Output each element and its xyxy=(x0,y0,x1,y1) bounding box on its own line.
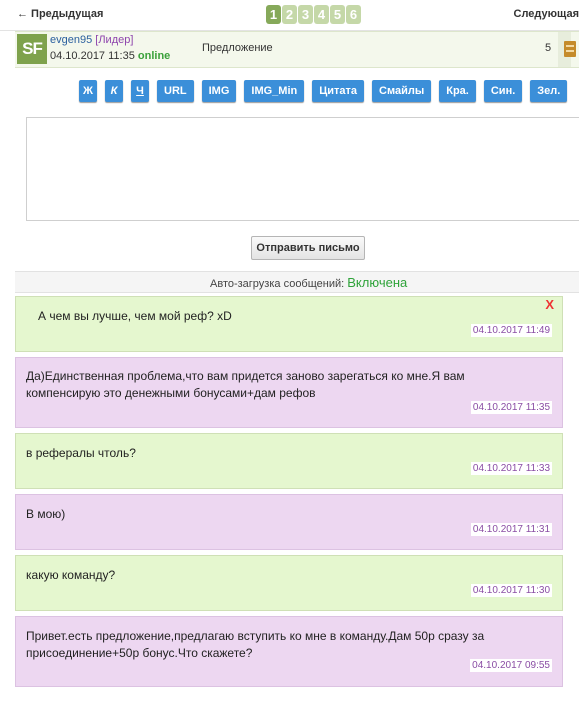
message-count: 5 xyxy=(545,42,552,54)
autoload-toggle[interactable]: Включена xyxy=(347,275,407,290)
send-message-button[interactable]: Отправить письмо xyxy=(251,236,365,260)
thread-date: 04.10.2017 11:35 online xyxy=(50,50,170,62)
smileys-button[interactable]: Смайлы xyxy=(372,80,432,102)
thread-navigation: ← Предыдущая 1 2 3 4 5 6 Следующая xyxy=(0,0,579,31)
thread-subject: Предложение xyxy=(202,42,273,54)
url-button[interactable]: URL xyxy=(157,80,194,102)
message-text: Привет.есть предложение,предлагаю вступи… xyxy=(26,629,485,660)
username[interactable]: evgen95 xyxy=(50,34,92,46)
message-text: А чем вы лучше, чем мой реф? xD xyxy=(38,309,232,323)
previous-thread-link[interactable]: ← Предыдущая xyxy=(17,8,103,20)
red-color-button[interactable]: Кра. xyxy=(439,80,476,102)
document-icon[interactable] xyxy=(564,41,576,57)
img-min-button[interactable]: IMG_Min xyxy=(244,80,305,102)
message-item: Привет.есть предложение,предлагаю вступи… xyxy=(15,616,563,687)
img-button[interactable]: IMG xyxy=(201,80,237,102)
green-color-button[interactable]: Зел. xyxy=(530,80,568,102)
formatting-toolbar: Ж К Ч URL IMG IMG_Min Цитата Смайлы Кра.… xyxy=(79,80,568,102)
message-textarea[interactable] xyxy=(26,117,579,221)
thread-date-value: 04.10.2017 11:35 xyxy=(50,50,135,62)
message-item: в рефералы чтоль? 04.10.2017 11:33 xyxy=(15,433,563,489)
message-time: 04.10.2017 09:55 xyxy=(470,659,552,672)
message-text: какую команду? xyxy=(26,568,116,582)
avatar[interactable]: SF xyxy=(17,34,47,64)
thread-header: SF evgen95 [Лидер] 04.10.2017 11:35 onli… xyxy=(15,31,579,68)
message-item: А чем вы лучше, чем мой реф? xD X 04.10.… xyxy=(15,296,563,352)
quote-button[interactable]: Цитата xyxy=(312,80,365,102)
blue-color-button[interactable]: Син. xyxy=(483,80,523,102)
underline-button[interactable]: Ч xyxy=(131,80,149,102)
message-time: 04.10.2017 11:30 xyxy=(470,584,552,597)
message-text: в рефералы чтоль? xyxy=(26,446,136,460)
pagination: 1 2 3 4 5 6 xyxy=(266,5,361,25)
username-link[interactable]: evgen95 [Лидер] xyxy=(50,34,133,46)
message-item: Да)Единственная проблема,что вам придетс… xyxy=(15,357,563,428)
autoload-bar: Авто-загрузка сообщений: Включена xyxy=(15,271,579,293)
page-5-link[interactable]: 5 xyxy=(330,5,345,24)
next-thread-link[interactable]: Следующая xyxy=(514,8,579,20)
page-2-link[interactable]: 2 xyxy=(282,5,297,24)
message-text: Да)Единственная проблема,что вам придетс… xyxy=(26,369,465,400)
message-time: 04.10.2017 11:33 xyxy=(470,462,552,475)
online-status: online xyxy=(137,50,171,62)
message-item: какую команду? 04.10.2017 11:30 xyxy=(15,555,563,611)
page-1-link[interactable]: 1 xyxy=(266,5,281,24)
page-3-link[interactable]: 3 xyxy=(298,5,313,24)
user-role: [Лидер] xyxy=(95,34,134,46)
page-4-link[interactable]: 4 xyxy=(314,5,329,24)
message-time: 04.10.2017 11:31 xyxy=(470,523,552,536)
message-item: В мою) 04.10.2017 11:31 xyxy=(15,494,563,550)
bold-button[interactable]: Ж xyxy=(79,80,97,102)
message-time: 04.10.2017 11:49 xyxy=(470,324,552,337)
delete-message-button[interactable]: X xyxy=(545,297,554,312)
page-6-link[interactable]: 6 xyxy=(346,5,361,24)
italic-button[interactable]: К xyxy=(105,80,123,102)
autoload-label: Авто-загрузка сообщений: xyxy=(210,278,345,290)
message-time: 04.10.2017 11:35 xyxy=(470,401,552,414)
message-text: В мою) xyxy=(26,507,66,521)
autoload-status: Авто-загрузка сообщений: Включена xyxy=(210,275,407,290)
